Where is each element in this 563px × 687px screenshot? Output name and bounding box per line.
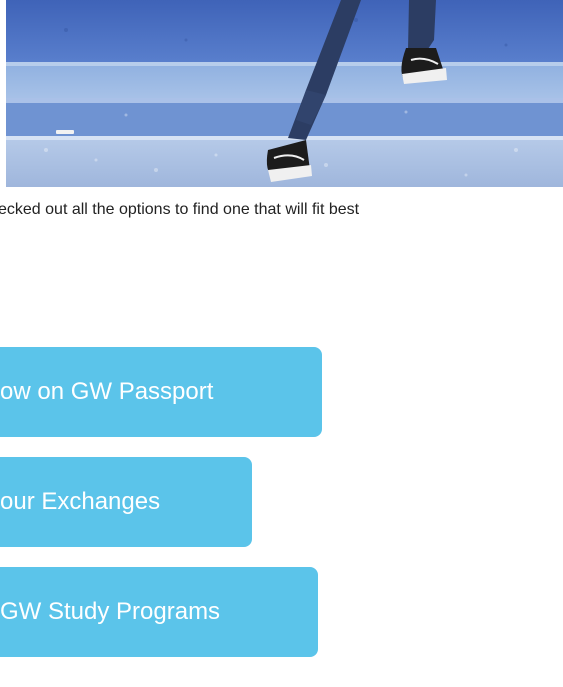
page: ecked out all the options to find one th… <box>0 0 563 687</box>
view-on-gw-passport-button[interactable]: ow on GW Passport <box>0 347 322 437</box>
hero-photo-illustration <box>6 0 563 187</box>
hero-photo <box>6 0 563 187</box>
our-exchanges-button[interactable]: our Exchanges <box>0 457 252 547</box>
intro-paragraph: ecked out all the options to find one th… <box>0 201 360 218</box>
gw-study-programs-button[interactable]: GW Study Programs <box>0 567 318 657</box>
